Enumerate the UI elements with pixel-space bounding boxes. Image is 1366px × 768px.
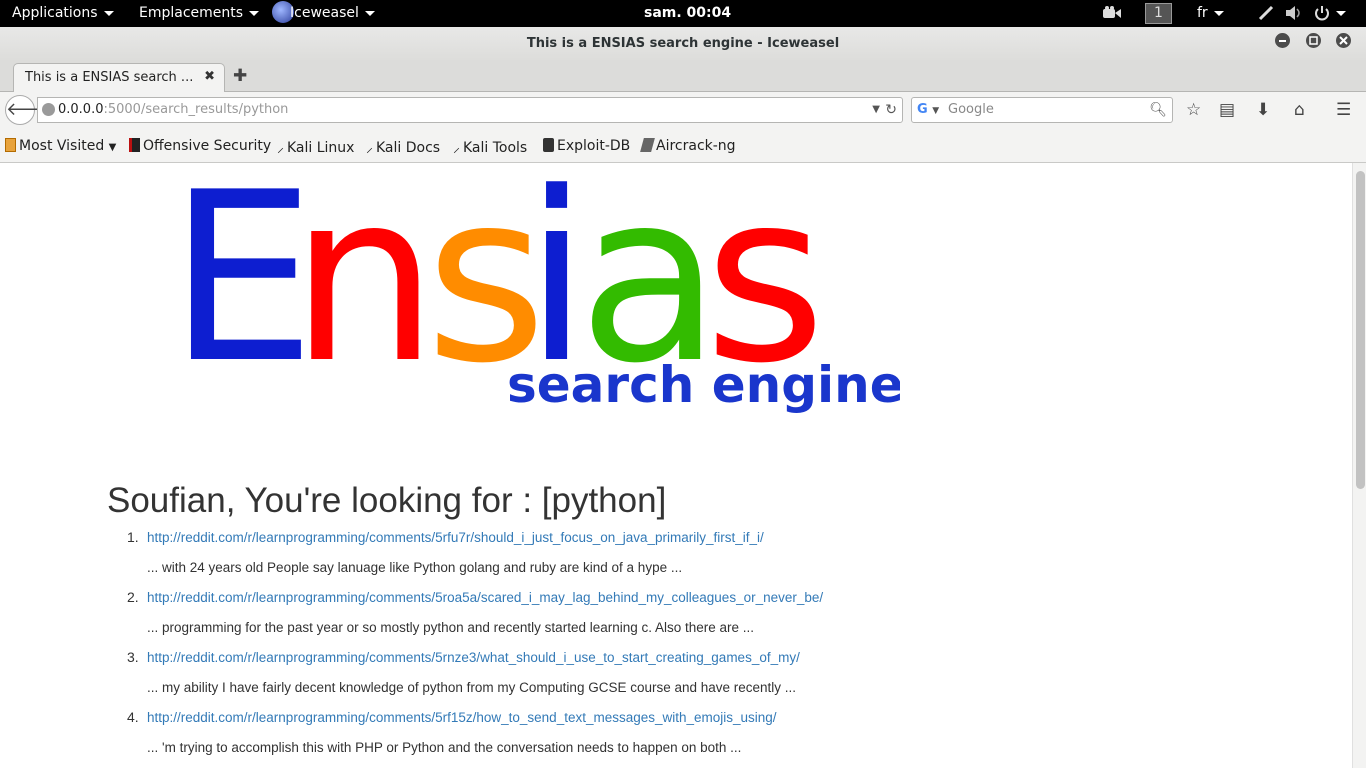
tab-label: This is a ENSIAS search ... bbox=[25, 70, 194, 85]
reload-icon[interactable]: ↻ bbox=[885, 98, 897, 122]
back-button[interactable]: 🡐 bbox=[5, 95, 54, 125]
result-link[interactable]: http://reddit.com/r/learnprogramming/com… bbox=[147, 530, 764, 545]
list-item: 3. http://reddit.com/r/learnprogramming/… bbox=[0, 645, 1300, 705]
bookmark-star-icon[interactable]: ☆ bbox=[1186, 100, 1201, 120]
bookmark-label: Most Visited bbox=[19, 138, 105, 154]
offsec-icon bbox=[129, 138, 140, 152]
page-heading: Soufian, You're looking for : [python] bbox=[107, 481, 667, 520]
scrollbar-thumb[interactable] bbox=[1356, 171, 1365, 489]
kali-dragon-icon: ⸝ bbox=[366, 140, 373, 156]
close-window-button[interactable] bbox=[1336, 33, 1351, 48]
new-tab-button[interactable]: ✚ bbox=[233, 66, 247, 86]
places-menu-label: Emplacements bbox=[139, 5, 244, 21]
language-menu[interactable]: fr bbox=[1197, 0, 1224, 27]
minimize-button[interactable] bbox=[1275, 33, 1290, 48]
power-icon[interactable] bbox=[1314, 0, 1346, 27]
places-menu[interactable]: Emplacements bbox=[139, 0, 260, 27]
vertical-scrollbar[interactable] bbox=[1352, 163, 1366, 768]
url-host: 0.0.0.0 bbox=[58, 102, 104, 117]
result-number: 1. bbox=[127, 529, 139, 545]
chevron-down-icon: ▼ bbox=[108, 142, 117, 153]
bookmark-label: Kali Tools bbox=[463, 140, 528, 156]
result-link[interactable]: http://reddit.com/r/learnprogramming/com… bbox=[147, 590, 823, 605]
result-snippet: ... with 24 years old People say lanuage… bbox=[147, 560, 683, 575]
app-menu[interactable]: Iceweasel bbox=[272, 0, 375, 27]
clock[interactable]: sam. 00:04 bbox=[644, 0, 731, 27]
download-icon[interactable]: ⬇ bbox=[1256, 100, 1270, 120]
tab-strip: This is a ENSIAS search ... ✖ ✚ bbox=[0, 62, 1366, 93]
search-placeholder: Google bbox=[948, 102, 994, 117]
bookmark-offensive-security[interactable]: Offensive Security bbox=[129, 138, 271, 154]
maximize-button[interactable] bbox=[1306, 33, 1321, 48]
applications-menu-label: Applications bbox=[12, 5, 98, 21]
chevron-down-icon bbox=[1336, 10, 1346, 16]
google-icon[interactable]: G ▼ bbox=[917, 98, 939, 123]
url-bar[interactable]: 0.0.0.0:5000/search_results/python ▼ ↻ bbox=[37, 97, 903, 123]
bookmark-kali-docs[interactable]: ⸝ Kali Docs bbox=[366, 138, 440, 157]
aircrack-icon bbox=[640, 138, 655, 152]
tab-active[interactable]: This is a ENSIAS search ... ✖ bbox=[13, 63, 225, 93]
list-item: 1. http://reddit.com/r/learnprogramming/… bbox=[0, 525, 1300, 585]
result-snippet: ... programming for the past year or so … bbox=[147, 620, 755, 635]
bookmark-kali-linux[interactable]: ⸝ Kali Linux bbox=[277, 138, 354, 157]
result-snippet: ... my ability I have fairly decent know… bbox=[147, 680, 797, 695]
logo-subtitle: search engine bbox=[507, 356, 900, 414]
kali-dragon-icon: ⸝ bbox=[277, 140, 284, 156]
result-number: 2. bbox=[127, 589, 139, 605]
dropdown-arrow-icon[interactable]: ▼ bbox=[872, 98, 880, 122]
result-snippet: ... 'm trying to accomplish this with PH… bbox=[147, 740, 742, 755]
menu-hamburger-icon[interactable]: ☰ bbox=[1336, 100, 1351, 120]
gnome-top-bar: Applications Emplacements Iceweasel sam.… bbox=[0, 0, 1366, 27]
app-menu-label: Iceweasel bbox=[290, 5, 359, 21]
result-link[interactable]: http://reddit.com/r/learnprogramming/com… bbox=[147, 710, 777, 725]
kali-dragon-icon: ⸝ bbox=[453, 140, 460, 156]
reading-list-icon[interactable]: ▤ bbox=[1219, 100, 1235, 120]
bookmarks-toolbar: Most Visited ▼ Offensive Security ⸝ Kali … bbox=[0, 129, 1366, 163]
pen-icon[interactable] bbox=[1258, 0, 1274, 27]
bookmark-label: Aircrack-ng bbox=[656, 138, 736, 154]
workspace-indicator[interactable]: 1 bbox=[1145, 3, 1172, 24]
bookmark-most-visited[interactable]: Most Visited ▼ bbox=[5, 138, 116, 154]
result-number: 3. bbox=[127, 649, 139, 665]
logo-letter-n: n bbox=[290, 163, 438, 415]
bookmark-label: Exploit-DB bbox=[557, 138, 631, 154]
window-title: This is a ENSIAS search engine - Iceweas… bbox=[526, 36, 840, 51]
chevron-down-icon bbox=[364, 10, 375, 16]
navigation-toolbar: 🡐 0.0.0.0:5000/search_results/python ▼ ↻… bbox=[0, 92, 1366, 129]
most-visited-icon bbox=[5, 138, 16, 152]
bookmark-exploit-db[interactable]: Exploit-DB bbox=[543, 138, 630, 154]
bookmark-label: Kali Docs bbox=[376, 140, 441, 156]
bookmark-label: Kali Linux bbox=[287, 140, 355, 156]
language-label: fr bbox=[1197, 5, 1208, 21]
result-number: 4. bbox=[127, 709, 139, 725]
window-title-bar: This is a ENSIAS search engine - Iceweas… bbox=[0, 27, 1366, 62]
page-content: E n s i a s search engine Soufian, You'r… bbox=[0, 163, 1352, 768]
bookmark-kali-tools[interactable]: ⸝ Kali Tools bbox=[453, 138, 527, 157]
ensias-logo: E n s i a s search engine bbox=[168, 163, 900, 415]
list-item: 2. http://reddit.com/r/learnprogramming/… bbox=[0, 585, 1300, 645]
results-list: 1. http://reddit.com/r/learnprogramming/… bbox=[0, 525, 1300, 765]
search-input[interactable]: G ▼ Google 🔍︎ bbox=[911, 97, 1173, 123]
close-tab-icon[interactable]: ✖ bbox=[204, 69, 215, 84]
exploitdb-icon bbox=[543, 138, 554, 152]
volume-icon[interactable] bbox=[1285, 0, 1303, 27]
video-camera-icon[interactable] bbox=[1103, 0, 1121, 27]
result-link[interactable]: http://reddit.com/r/learnprogramming/com… bbox=[147, 650, 800, 665]
chevron-down-icon bbox=[249, 10, 260, 16]
url-path: :5000/search_results/python bbox=[103, 102, 289, 117]
search-icon[interactable]: 🔍︎ bbox=[1149, 98, 1167, 122]
bookmark-label: Offensive Security bbox=[143, 138, 272, 154]
applications-menu[interactable]: Applications bbox=[12, 0, 114, 27]
bookmark-aircrack-ng[interactable]: Aircrack-ng bbox=[640, 138, 736, 154]
chevron-down-icon bbox=[103, 10, 114, 16]
globe-icon bbox=[42, 103, 55, 116]
chevron-down-icon bbox=[1213, 10, 1224, 16]
list-item: 4. http://reddit.com/r/learnprogramming/… bbox=[0, 705, 1300, 765]
home-icon[interactable]: ⌂ bbox=[1294, 100, 1305, 120]
